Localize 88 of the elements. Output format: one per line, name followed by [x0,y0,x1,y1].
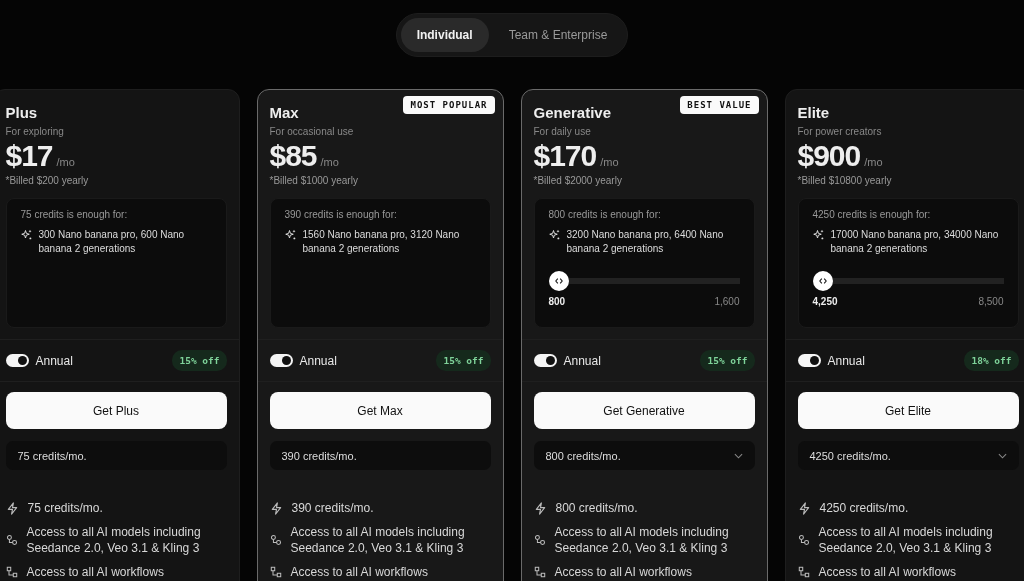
billing-note: *Billed $10800 yearly [797,175,893,186]
nodes-icon [269,534,282,546]
credits-note: 4250 credits is enough for: [812,209,932,220]
feature-text: Access to all AI models including Seedance 2.0, Veo 3.1 & Kling 3 [554,524,730,556]
feature-text: 800 credits/mo. [555,500,638,516]
get-plan-button[interactable]: Get Elite [797,392,1019,429]
plan-type-tab[interactable]: Team & Enterprise [492,18,624,52]
get-plan-button[interactable]: Get Plus [5,392,227,429]
credits-select[interactable]: 75 credits/mo. [5,441,227,470]
annual-toggle[interactable] [797,354,821,367]
billing-note: *Billed $200 yearly [5,175,90,186]
sparkle-icon [548,229,561,241]
credits-select[interactable]: 390 credits/mo. [269,441,491,470]
plan-badge: BEST VALUE [680,96,759,114]
chevron-down-icon [733,452,743,459]
usage-text: 3200 Nano banana pro, 6400 Nano banana 2 generations [566,228,725,256]
feature-text: Access to all AI workflows [26,564,164,580]
nodes-icon [797,534,810,546]
slider-min-label: 4,250 [812,296,838,307]
feature-text: 75 credits/mo. [27,500,103,516]
price-period: /mo [56,156,75,168]
plan-price: $900 [797,139,861,173]
annual-toggle[interactable] [533,354,557,367]
plan-price: $17 [5,139,53,173]
nodes-icon [533,534,546,546]
sparkle-icon [20,229,33,241]
sparkle-icon [812,229,825,241]
billing-note: *Billed $2000 yearly [533,175,623,186]
discount-badge: 15% off [172,350,227,371]
feature-text: Access to all AI workflows [290,564,428,580]
credits-note: 390 credits is enough for: [284,209,398,220]
slider-min-label: 800 [548,296,566,307]
plan-type-tab[interactable]: Individual [400,18,489,52]
workflow-icon [5,566,18,578]
feature-text: Access to all AI models including Seedance 2.0, Veo 3.1 & Kling 3 [290,524,466,556]
plan-name: Plus [5,104,38,121]
annual-toggle[interactable] [5,354,29,367]
workflow-icon [797,566,810,578]
price-period: /mo [320,156,339,168]
feature-text: Access to all AI workflows [554,564,692,580]
discount-badge: 15% off [700,350,755,371]
plan-tagline: For power creators [797,126,883,137]
get-plan-button[interactable]: Get Generative [533,392,755,429]
plan-tagline: For daily use [533,126,592,137]
usage-text: 17000 Nano banana pro, 34000 Nano banana 2 generations [830,228,1000,256]
discount-badge: 18% off [964,350,1019,371]
usage-text: 300 Nano banana pro, 600 Nano banana 2 generations [38,228,186,256]
annual-toggle[interactable] [269,354,293,367]
slider-max-label: 8,500 [978,296,1004,307]
price-period: /mo [600,156,619,168]
annual-label: Annual [35,353,73,368]
usage-text: 1560 Nano banana pro, 3120 Nano banana 2 generations [302,228,461,256]
chevron-down-icon [997,452,1007,459]
lightning-icon [269,501,283,515]
credits-note: 800 credits is enough for: [548,209,662,220]
lightning-icon [797,501,811,515]
annual-label: Annual [299,353,337,368]
plan-name: Elite [797,104,830,121]
feature-text: 390 credits/mo. [291,500,374,516]
plan-name: Max [269,104,299,121]
plan-tagline: For exploring [5,126,65,137]
feature-text: Access to all AI workflows [818,564,956,580]
annual-label: Annual [827,353,865,368]
plan-name: Generative [533,104,612,121]
feature-text: Access to all AI models including Seedance 2.0, Veo 3.1 & Kling 3 [26,524,202,556]
slider-max-label: 1,600 [714,296,740,307]
billing-note: *Billed $1000 yearly [269,175,359,186]
feature-text: Access to all AI models including Seedance 2.0, Veo 3.1 & Kling 3 [818,524,994,556]
workflow-icon [269,566,282,578]
plan-badge: MOST POPULAR [403,96,495,114]
plan-price: $85 [269,139,317,173]
lightning-icon [533,501,547,515]
sparkle-icon [284,229,297,241]
plan-price: $170 [533,139,597,173]
slider-handle[interactable] [812,271,833,291]
feature-text: 4250 credits/mo. [819,500,909,516]
price-period: /mo [864,156,883,168]
annual-label: Annual [563,353,601,368]
nodes-icon [5,534,18,546]
credits-select[interactable]: 800 credits/mo. [533,441,755,470]
get-plan-button[interactable]: Get Max [269,392,491,429]
discount-badge: 15% off [436,350,491,371]
credits-note: 75 credits is enough for: [20,209,129,220]
lightning-icon [5,501,19,515]
slider-handle[interactable] [548,271,569,291]
plan-tagline: For occasional use [269,126,355,137]
credits-select[interactable]: 4250 credits/mo. [797,441,1019,470]
workflow-icon [533,566,546,578]
